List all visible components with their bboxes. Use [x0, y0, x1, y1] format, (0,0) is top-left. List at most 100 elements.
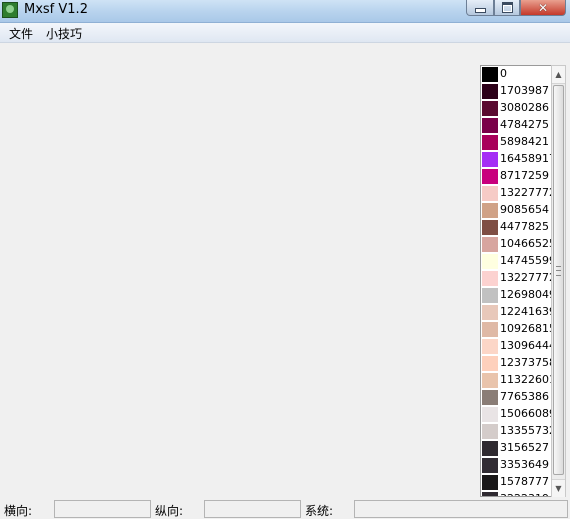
color-swatch: [482, 135, 498, 150]
color-value-label: 10466525: [500, 237, 552, 250]
close-icon: ✕: [537, 0, 549, 15]
minimize-icon: [474, 7, 486, 13]
color-swatch: [482, 339, 498, 354]
color-value-label: 15066089: [500, 407, 552, 420]
vertical-label: 纵向:: [155, 504, 184, 518]
horizontal-value-field: [54, 500, 151, 518]
palette-row[interactable]: 13355732: [481, 423, 551, 440]
color-value-label: 13355732: [500, 424, 552, 437]
palette-row[interactable]: 3353649: [481, 457, 551, 474]
color-palette-list[interactable]: 0 1703987 3080286 4784275 5898421 16458917 871…: [480, 65, 552, 497]
color-value-label: 16458917: [500, 152, 552, 165]
color-swatch: [482, 390, 498, 405]
color-value-label: 9085654: [500, 203, 549, 216]
palette-row[interactable]: 4477825: [481, 219, 551, 236]
color-swatch: [482, 254, 498, 269]
color-value-label: 12698049: [500, 288, 552, 301]
palette-row[interactable]: 5898421: [481, 134, 551, 151]
palette-row[interactable]: 10926815: [481, 321, 551, 338]
menu-tips[interactable]: 小技巧: [46, 25, 82, 42]
color-swatch: [482, 237, 498, 252]
palette-row[interactable]: 12373758: [481, 355, 551, 372]
color-value-label: 7765386: [500, 390, 549, 403]
color-value-label: 10926815: [500, 322, 552, 335]
system-label: 系统:: [305, 504, 334, 518]
palette-scrollbar[interactable]: ▲ ▼: [551, 65, 566, 497]
color-value-label: 8717259: [500, 169, 549, 182]
color-value-label: 3156527: [500, 441, 549, 454]
close-button[interactable]: ✕: [520, 0, 566, 16]
palette-row[interactable]: 12698049: [481, 287, 551, 304]
maximize-button[interactable]: [494, 0, 520, 16]
color-swatch: [482, 271, 498, 286]
scroll-thumb[interactable]: [553, 85, 564, 475]
window-controls: ✕: [466, 0, 566, 18]
window-title: Mxsf V1.2: [24, 2, 88, 17]
color-swatch: [482, 288, 498, 303]
color-value-label: 0: [500, 67, 507, 80]
title-bar: Mxsf V1.2 ✕: [0, 0, 570, 23]
palette-row[interactable]: 9085654: [481, 202, 551, 219]
color-value-label: 3353649: [500, 458, 549, 471]
color-swatch: [482, 373, 498, 388]
color-swatch: [482, 203, 498, 218]
color-value-label: 4477825: [500, 220, 549, 233]
color-swatch: [482, 424, 498, 439]
color-swatch: [482, 475, 498, 490]
palette-row[interactable]: 8717259: [481, 168, 551, 185]
app-icon[interactable]: [2, 2, 18, 18]
color-value-label: 1703987: [500, 84, 549, 97]
palette-row[interactable]: 14745599: [481, 253, 551, 270]
palette-row[interactable]: 0: [481, 66, 551, 83]
color-value-label: 12241639: [500, 305, 552, 318]
color-swatch: [482, 492, 498, 496]
color-value-label: 13227772: [500, 186, 552, 199]
color-value-label: 4784275: [500, 118, 549, 131]
vertical-value-field: [204, 500, 301, 518]
color-swatch: [482, 220, 498, 235]
color-value-label: 3222319: [500, 492, 549, 496]
system-value-field: [354, 500, 568, 518]
palette-row[interactable]: 7765386: [481, 389, 551, 406]
palette-row[interactable]: 1578777: [481, 474, 551, 491]
color-value-label: 14745599: [500, 254, 552, 267]
palette-row[interactable]: 4784275: [481, 117, 551, 134]
color-value-label: 5898421: [500, 135, 549, 148]
color-swatch: [482, 305, 498, 320]
palette-row[interactable]: 3156527: [481, 440, 551, 457]
palette-row[interactable]: 12241639: [481, 304, 551, 321]
color-swatch: [482, 67, 498, 82]
palette-row[interactable]: 3080286: [481, 100, 551, 117]
color-swatch: [482, 101, 498, 116]
color-value-label: 13227772: [500, 271, 552, 284]
horizontal-label: 横向:: [4, 504, 33, 518]
color-swatch: [482, 169, 498, 184]
color-swatch: [482, 407, 498, 422]
color-swatch: [482, 152, 498, 167]
scroll-down-icon[interactable]: ▼: [552, 479, 565, 497]
palette-row[interactable]: 1703987: [481, 83, 551, 100]
color-swatch: [482, 84, 498, 99]
color-value-label: 3080286: [500, 101, 549, 114]
palette-row[interactable]: 15066089: [481, 406, 551, 423]
color-swatch: [482, 441, 498, 456]
palette-row[interactable]: 11322601: [481, 372, 551, 389]
menu-file[interactable]: 文件: [9, 25, 33, 42]
palette-row[interactable]: 10466525: [481, 236, 551, 253]
color-swatch: [482, 118, 498, 133]
scroll-up-icon[interactable]: ▲: [552, 66, 565, 84]
color-swatch: [482, 186, 498, 201]
color-value-label: 12373758: [500, 356, 552, 369]
grip-icon: [556, 266, 561, 276]
palette-row[interactable]: 13227772: [481, 185, 551, 202]
palette-row[interactable]: 13227772: [481, 270, 551, 287]
minimize-button[interactable]: [466, 0, 494, 16]
palette-row[interactable]: 13096444: [481, 338, 551, 355]
palette-row[interactable]: 3222319: [481, 491, 551, 496]
color-value-label: 11322601: [500, 373, 552, 386]
color-swatch: [482, 356, 498, 371]
palette-row[interactable]: 16458917: [481, 151, 551, 168]
color-swatch: [482, 322, 498, 337]
color-swatch: [482, 458, 498, 473]
maximize-icon: [501, 2, 513, 13]
